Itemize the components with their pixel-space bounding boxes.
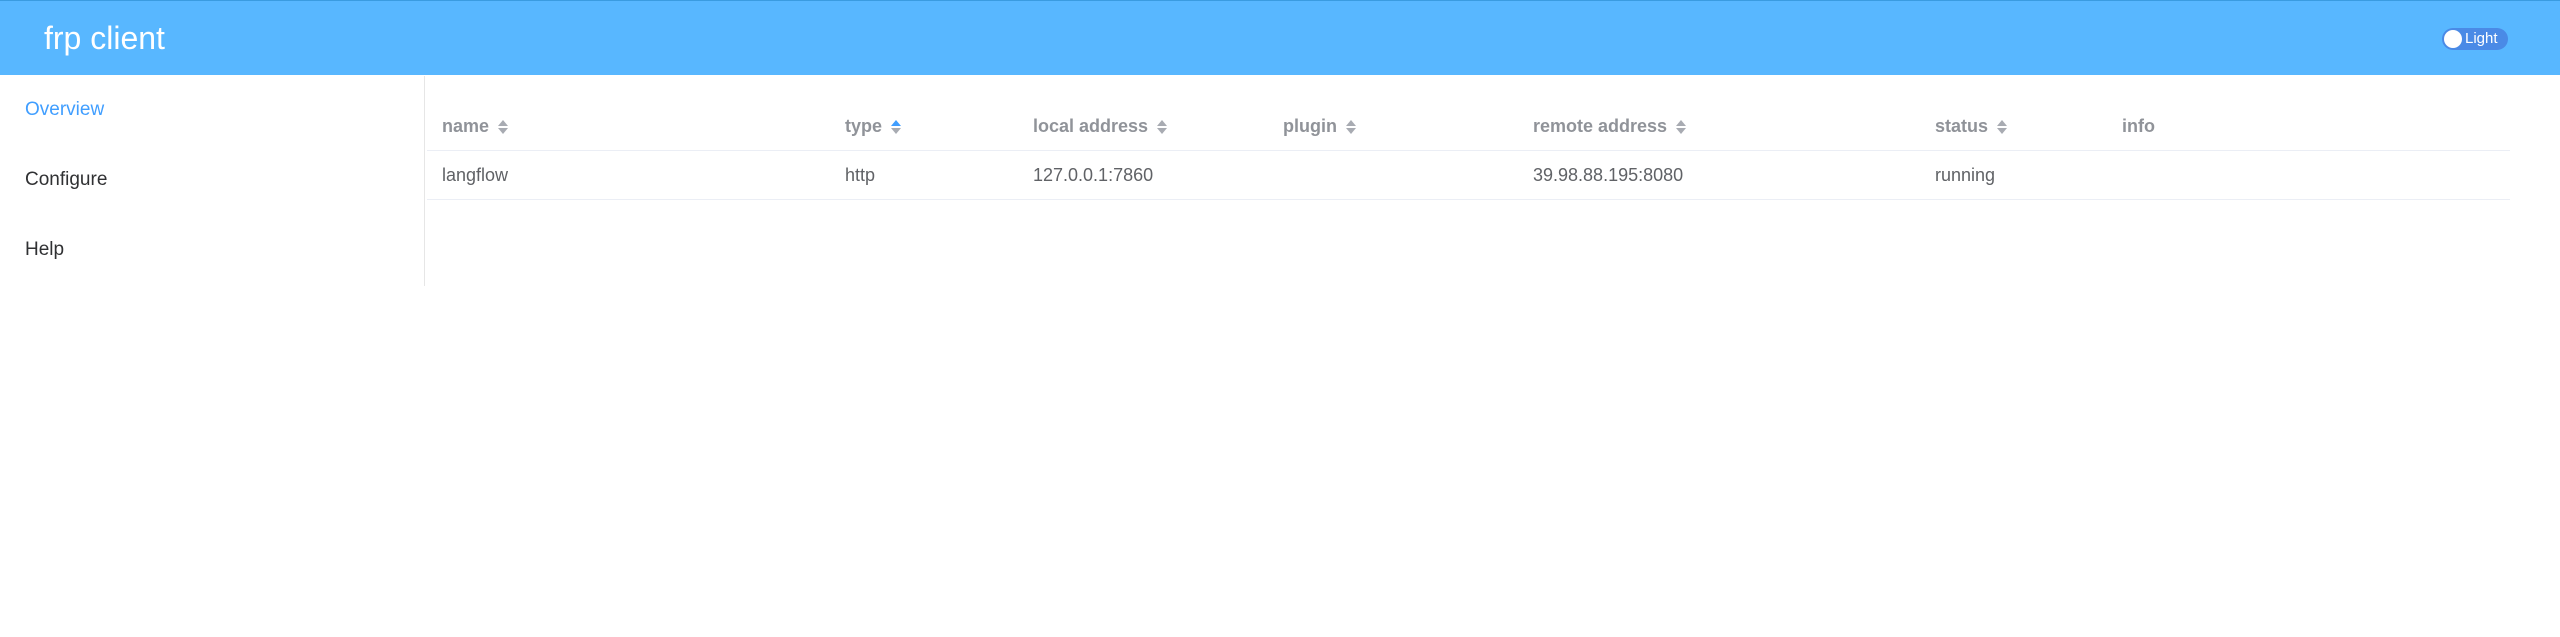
sidebar-menu: Overview Configure Help [0, 76, 425, 286]
sidebar-item-help[interactable]: Help [25, 238, 64, 262]
sort-icon[interactable] [1157, 118, 1168, 136]
theme-switch-label: Light [2465, 30, 2498, 47]
app-title: frp client [44, 20, 165, 56]
cell-type: http [845, 164, 876, 185]
cell-local-address: 127.0.0.1:7860 [1033, 164, 1154, 185]
column-label: remote address [1533, 116, 1668, 136]
sort-icon[interactable] [1345, 118, 1356, 136]
toggle-knob [2444, 30, 2462, 48]
sort-icon[interactable] [1997, 118, 2008, 136]
cell-name: langflow [442, 164, 509, 185]
column-label: name [442, 116, 490, 136]
table-body: langflow http 127.0.0.1:7860 39.98.88.19… [427, 151, 2510, 200]
table-row[interactable]: langflow http 127.0.0.1:7860 39.98.88.19… [427, 151, 2510, 200]
proxy-table: name type local address plugin remote ad… [427, 103, 2510, 200]
sort-icon[interactable] [498, 118, 509, 136]
column-label: status [1935, 116, 1989, 136]
app-header: frp client Light [0, 0, 2560, 75]
sort-icon[interactable] [891, 118, 902, 136]
cell-status: running [1935, 164, 1996, 185]
column-header-info: info [2122, 103, 2155, 150]
column-header-remote-address[interactable]: remote address [1533, 103, 1687, 150]
sidebar-item-configure[interactable]: Configure [25, 168, 107, 192]
cell-remote-address: 39.98.88.195:8080 [1533, 164, 1684, 185]
column-label: plugin [1283, 116, 1337, 136]
column-label: type [845, 116, 883, 136]
table-header: name type local address plugin remote ad… [427, 103, 2510, 151]
column-header-local-address[interactable]: local address [1033, 103, 1168, 150]
sort-icon[interactable] [1676, 118, 1687, 136]
column-header-name[interactable]: name [442, 103, 509, 150]
column-label: info [2122, 116, 2155, 136]
column-header-status[interactable]: status [1935, 103, 2008, 150]
column-header-type[interactable]: type [845, 103, 902, 150]
column-label: local address [1033, 116, 1149, 136]
theme-toggle-switch[interactable]: Light [2442, 28, 2508, 50]
sidebar-item-overview[interactable]: Overview [25, 98, 104, 122]
column-header-plugin[interactable]: plugin [1283, 103, 1356, 150]
